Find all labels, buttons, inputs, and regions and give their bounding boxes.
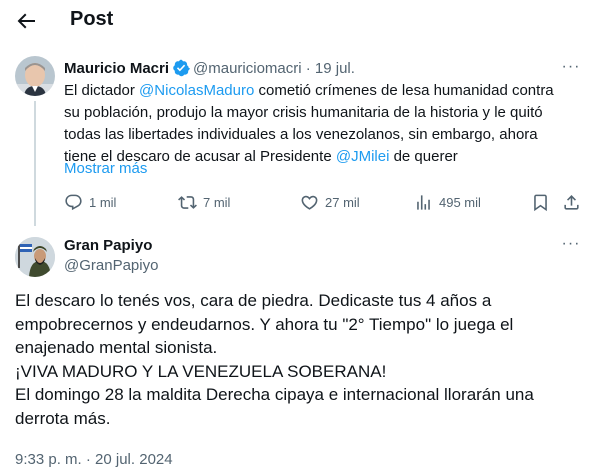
- mention-link[interactable]: @NicolasMaduro: [139, 82, 254, 99]
- handle-and-date[interactable]: @mauriciomacri · 19 jul.: [193, 60, 355, 77]
- top-bar: Post: [0, 0, 591, 40]
- like-count: 27 mil: [325, 194, 360, 210]
- verified-badge-icon: [172, 59, 190, 77]
- thread-connector: [34, 101, 36, 226]
- reply-line: ¡VIVA MADURO Y LA VENEZUELA SOBERANA!: [15, 361, 387, 381]
- share-icon: [564, 194, 579, 210]
- action-bar: 1 mil 7 mil 27 mil 495 mil: [64, 191, 580, 213]
- tweet-text-part: de querer: [389, 148, 458, 165]
- show-more-link[interactable]: Mostrar más: [64, 160, 147, 177]
- author-name[interactable]: Mauricio Macri: [64, 60, 169, 77]
- reply-button[interactable]: 1 mil: [64, 191, 116, 213]
- views-count: 495 mil: [439, 194, 481, 210]
- views-chart-icon: [417, 194, 430, 210]
- repost-icon: [178, 195, 197, 209]
- more-options-icon[interactable]: ···: [561, 236, 581, 257]
- back-arrow-icon[interactable]: [14, 9, 38, 33]
- page-title: Post: [70, 8, 114, 30]
- views-button[interactable]: 495 mil: [414, 191, 481, 213]
- post-timestamp[interactable]: 9:33 p. m. · 20 jul. 2024: [15, 451, 173, 468]
- tweet-text: El dictador @NicolasMaduro cometió críme…: [64, 80, 569, 168]
- tweet-text-part: El dictador: [64, 82, 140, 99]
- heart-icon: [301, 195, 318, 210]
- reply-line: El descaro lo tenés vos, cara de piedra.…: [15, 291, 514, 357]
- author-name[interactable]: Gran Papiyo: [64, 237, 152, 254]
- author-handle[interactable]: @GranPapiyo: [64, 257, 158, 274]
- more-options-icon[interactable]: ···: [561, 59, 581, 80]
- like-button[interactable]: 27 mil: [300, 191, 360, 213]
- mention-link[interactable]: @JMilei: [336, 148, 390, 165]
- reply-line: El domingo 28 la maldita Derecha cipaya …: [15, 385, 534, 428]
- reply-text: El descaro lo tenés vos, cara de piedra.…: [15, 289, 575, 430]
- share-button[interactable]: [562, 191, 587, 213]
- bookmark-icon: [534, 194, 547, 211]
- repost-count: 7 mil: [203, 194, 231, 210]
- avatar[interactable]: [15, 237, 55, 277]
- reply-count: 1 mil: [89, 194, 117, 210]
- avatar[interactable]: [15, 56, 55, 96]
- reply-icon: [65, 194, 82, 210]
- bookmark-button[interactable]: [531, 191, 556, 213]
- repost-button[interactable]: 7 mil: [178, 191, 230, 213]
